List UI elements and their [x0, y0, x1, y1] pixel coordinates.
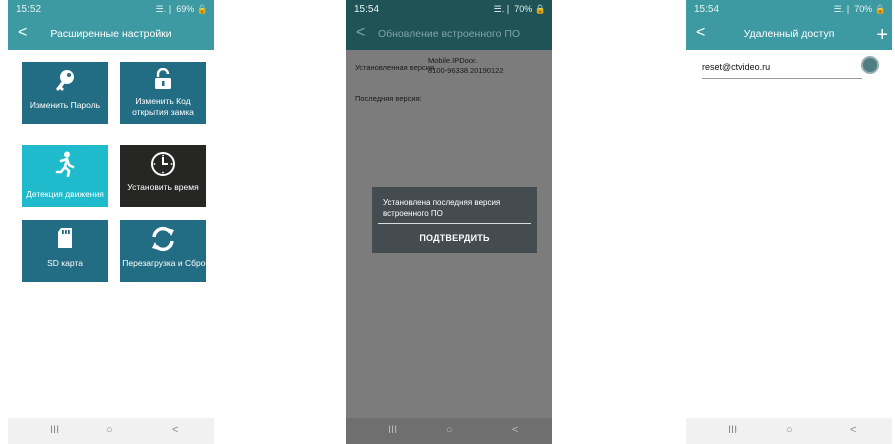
home-button[interactable]: ○: [446, 424, 453, 436]
dialog-message: Установлена последняя версия встроенного…: [383, 198, 501, 218]
status-time: 15:54: [354, 4, 380, 15]
tile-label: Перезагрузка и Сброс: [122, 258, 210, 268]
tile-label: Детекция движения: [26, 189, 104, 199]
app-bar: < Удаленный доступ: [686, 20, 892, 50]
latest-version-label: Последняя версия:: [355, 94, 422, 103]
home-button[interactable]: ○: [106, 424, 113, 436]
status-bar: 15:52 ☰.❘ 69% 🔒: [8, 0, 214, 20]
app-bar: < Расширенные настройки: [8, 20, 214, 50]
installed-version-value-line2: 8100-96338.20190122: [428, 66, 504, 75]
page-title: Удаленный доступ: [743, 28, 835, 40]
page-title: Обновление встроенного ПО: [377, 28, 521, 40]
key-icon: [56, 70, 74, 91]
system-nav-bar: III ○ <: [8, 418, 214, 444]
phone-screen-remote-access: 15:54 ☰.❘ 70% 🔒 < Удаленный доступ + res…: [686, 0, 892, 444]
sd-card-icon: [58, 228, 72, 248]
phone-screen-advanced-settings: 15:52 ☰.❘ 69% 🔒 < Расширенные настройки …: [8, 0, 214, 444]
entry-underline: [702, 78, 862, 79]
clock-icon: [151, 152, 175, 176]
tile-label-line1: Изменить Код: [135, 96, 191, 106]
page-title: Расширенные настройки: [50, 28, 172, 40]
add-icon[interactable]: +: [876, 20, 888, 50]
home-button[interactable]: ○: [786, 424, 793, 436]
system-nav-bar: III ○ <: [346, 418, 552, 444]
status-time: 15:52: [16, 4, 42, 15]
motion-detection-tile[interactable]: Детекция движения: [22, 145, 108, 207]
nav-back-button[interactable]: <: [512, 424, 518, 436]
status-indicators: ☰.❘ 70% 🔒: [833, 4, 886, 14]
tile-label: SD карта: [47, 258, 83, 268]
installed-version-value-line1: Mobile.IPDoor.: [428, 56, 478, 65]
set-time-tile[interactable]: Установить время: [120, 145, 206, 207]
recent-apps-button[interactable]: III: [728, 424, 737, 436]
dialog-divider: [378, 223, 531, 224]
phone-screen-firmware-update: 15:54 ☰.❘ 70% 🔒 < Обновление встроенного…: [346, 0, 552, 444]
confirm-button[interactable]: ПОДТВЕРДИТЬ: [372, 233, 537, 243]
nav-back-button[interactable]: <: [850, 424, 856, 436]
status-bar: 15:54 ☰.❘ 70% 🔒: [346, 0, 552, 20]
remote-user-email[interactable]: reset@ctvideo.ru: [702, 62, 770, 72]
status-indicators: ☰.❘ 70% 🔒: [493, 4, 546, 14]
confirmation-dialog: Установлена последняя версия встроенного…: [372, 187, 537, 253]
tile-label-line2: открытия замка: [132, 107, 194, 117]
tile-label: Установить время: [127, 182, 199, 192]
app-bar: < Обновление встроенного ПО: [346, 20, 552, 50]
tile-label: Изменить Пароль: [29, 100, 101, 110]
nav-back-button[interactable]: <: [172, 424, 178, 436]
reboot-reset-tile[interactable]: Перезагрузка и Сброс: [120, 220, 210, 282]
sd-card-tile[interactable]: SD карта: [22, 220, 108, 282]
running-person-icon: [55, 151, 75, 177]
recent-apps-button[interactable]: III: [388, 424, 397, 436]
status-time: 15:54: [694, 4, 720, 15]
installed-version-label: Установленная версия: [355, 63, 435, 72]
refresh-icon: [152, 226, 174, 252]
status-bar: 15:54 ☰.❘ 70% 🔒: [686, 0, 892, 20]
change-password-tile[interactable]: Изменить Пароль: [22, 62, 108, 124]
status-indicators: ☰.❘ 69% 🔒: [155, 4, 208, 14]
avatar[interactable]: [861, 56, 879, 74]
unlock-icon: [155, 68, 171, 89]
change-lock-code-tile[interactable]: Изменить Код открытия замка: [120, 62, 206, 124]
system-nav-bar: III ○ <: [686, 418, 892, 444]
recent-apps-button[interactable]: III: [50, 424, 59, 436]
